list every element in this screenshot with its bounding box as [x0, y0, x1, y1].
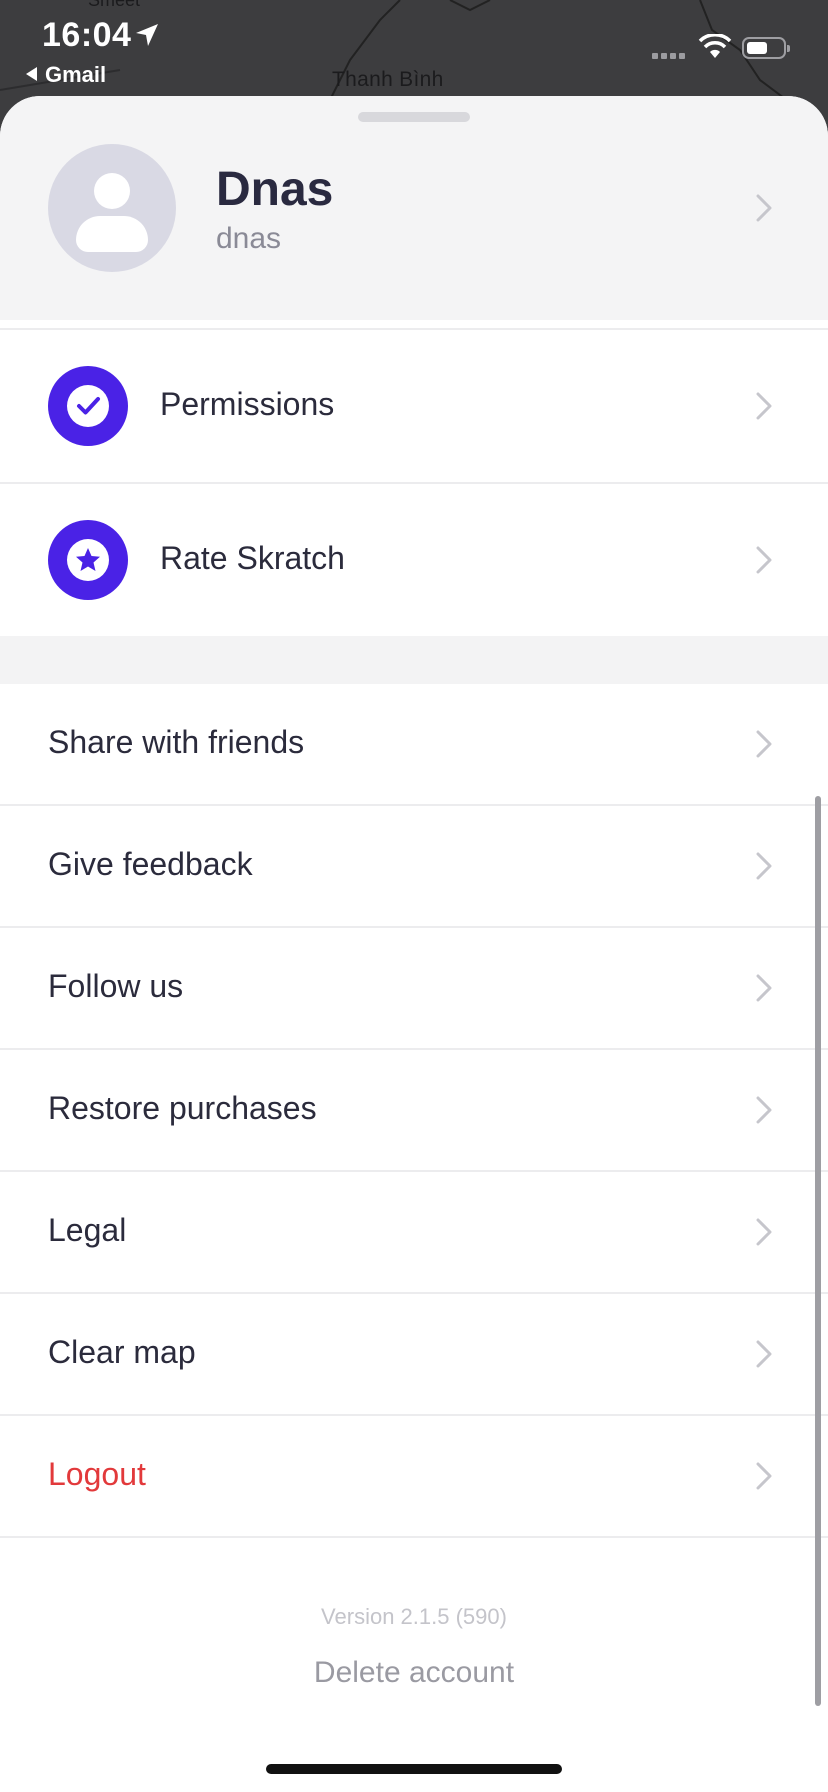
share-label: Share with friends — [48, 724, 305, 760]
chevron-right-icon — [756, 1218, 772, 1246]
chevron-right-icon — [756, 974, 772, 1002]
rate-app-row[interactable]: Rate Skratch — [0, 484, 828, 636]
permissions-label: Permissions — [160, 386, 335, 422]
wifi-icon — [698, 34, 732, 58]
settings-sheet: Dnas dnas Permissions Rate Skratch Share… — [0, 96, 828, 1792]
profile-header[interactable]: Dnas dnas — [0, 96, 828, 320]
profile-name: Dnas — [216, 163, 334, 216]
sheet-grabber[interactable] — [358, 112, 470, 122]
restore-row[interactable]: Restore purchases — [0, 1050, 828, 1170]
legal-label: Legal — [48, 1212, 127, 1248]
home-indicator[interactable] — [266, 1764, 562, 1774]
star-icon — [48, 520, 128, 600]
feedback-row[interactable]: Give feedback — [0, 806, 828, 926]
map-label: Smeet — [88, 0, 141, 10]
share-row[interactable]: Share with friends — [0, 684, 828, 804]
chevron-right-icon — [756, 546, 772, 574]
clear-map-label: Clear map — [48, 1334, 196, 1370]
logout-row[interactable]: Logout — [0, 1416, 828, 1536]
back-to-app-button[interactable]: Gmail — [26, 62, 106, 88]
follow-label: Follow us — [48, 968, 184, 1004]
version-text: Version 2.1.5 (590) — [321, 1604, 507, 1629]
section-gap — [0, 636, 828, 684]
legal-row[interactable]: Legal — [0, 1172, 828, 1292]
battery-icon — [742, 37, 790, 59]
divider — [0, 1536, 828, 1538]
chevron-right-icon — [756, 1340, 772, 1368]
chevron-right-icon — [756, 852, 772, 880]
cellular-signal-icon — [652, 46, 688, 64]
profile-handle: dnas — [216, 222, 282, 255]
restore-label: Restore purchases — [48, 1090, 317, 1126]
follow-row[interactable]: Follow us — [0, 928, 828, 1048]
status-time: 16:04 — [42, 16, 132, 54]
back-app-label: Gmail — [45, 62, 107, 87]
scrollbar[interactable] — [815, 796, 821, 1706]
avatar — [48, 144, 176, 272]
delete-account-button[interactable]: Delete account — [0, 1656, 828, 1690]
logout-label: Logout — [48, 1456, 146, 1492]
permissions-row[interactable]: Permissions — [0, 330, 828, 482]
chevron-right-icon — [756, 194, 772, 222]
location-arrow-icon — [136, 24, 158, 46]
back-arrow-icon — [26, 67, 37, 81]
chevron-right-icon — [756, 730, 772, 758]
map-label: Thanh Bình — [332, 68, 444, 91]
chevron-right-icon — [756, 1096, 772, 1124]
clear-map-row[interactable]: Clear map — [0, 1294, 828, 1414]
chevron-right-icon — [756, 392, 772, 420]
rate-app-label: Rate Skratch — [160, 540, 345, 576]
feedback-label: Give feedback — [48, 846, 253, 882]
chevron-right-icon — [756, 1462, 772, 1490]
check-icon — [48, 366, 128, 446]
